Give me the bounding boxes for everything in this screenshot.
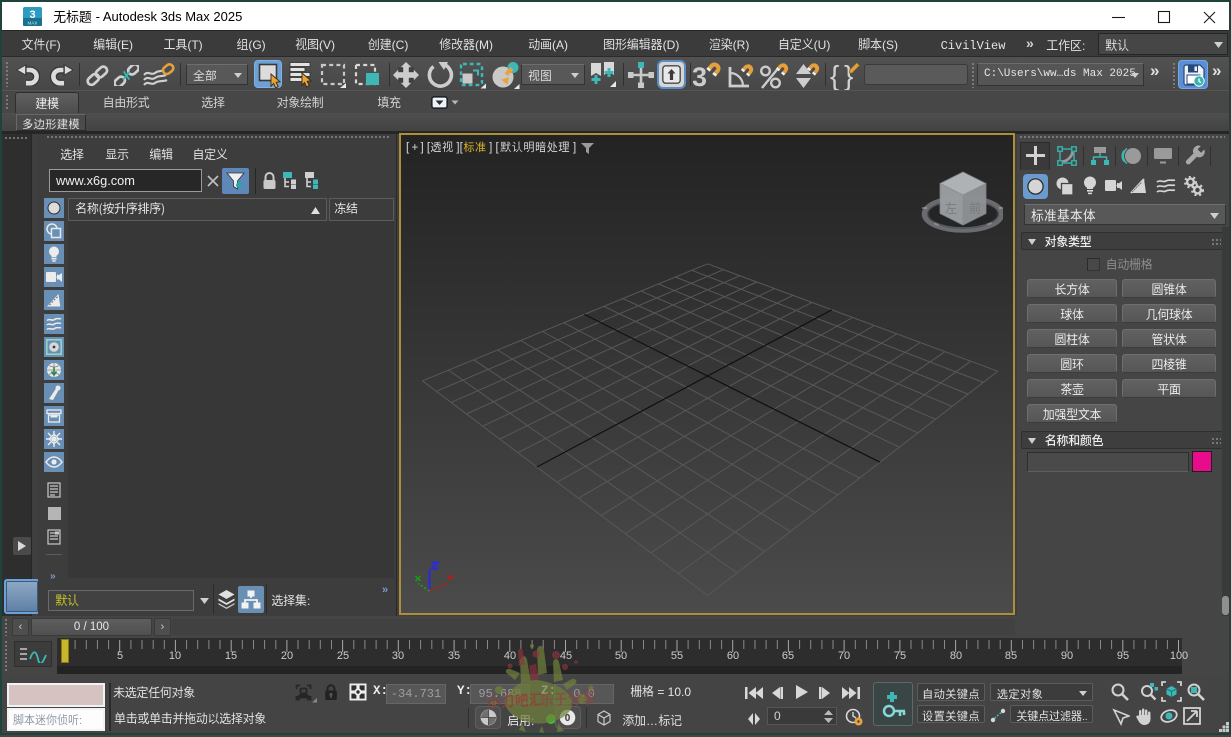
svg-text:{: { xyxy=(830,60,839,90)
svg-text:3: 3 xyxy=(29,9,35,21)
svg-text:MAX: MAX xyxy=(28,21,38,26)
svg-text:3: 3 xyxy=(693,62,707,90)
svg-text:}: } xyxy=(844,60,853,90)
